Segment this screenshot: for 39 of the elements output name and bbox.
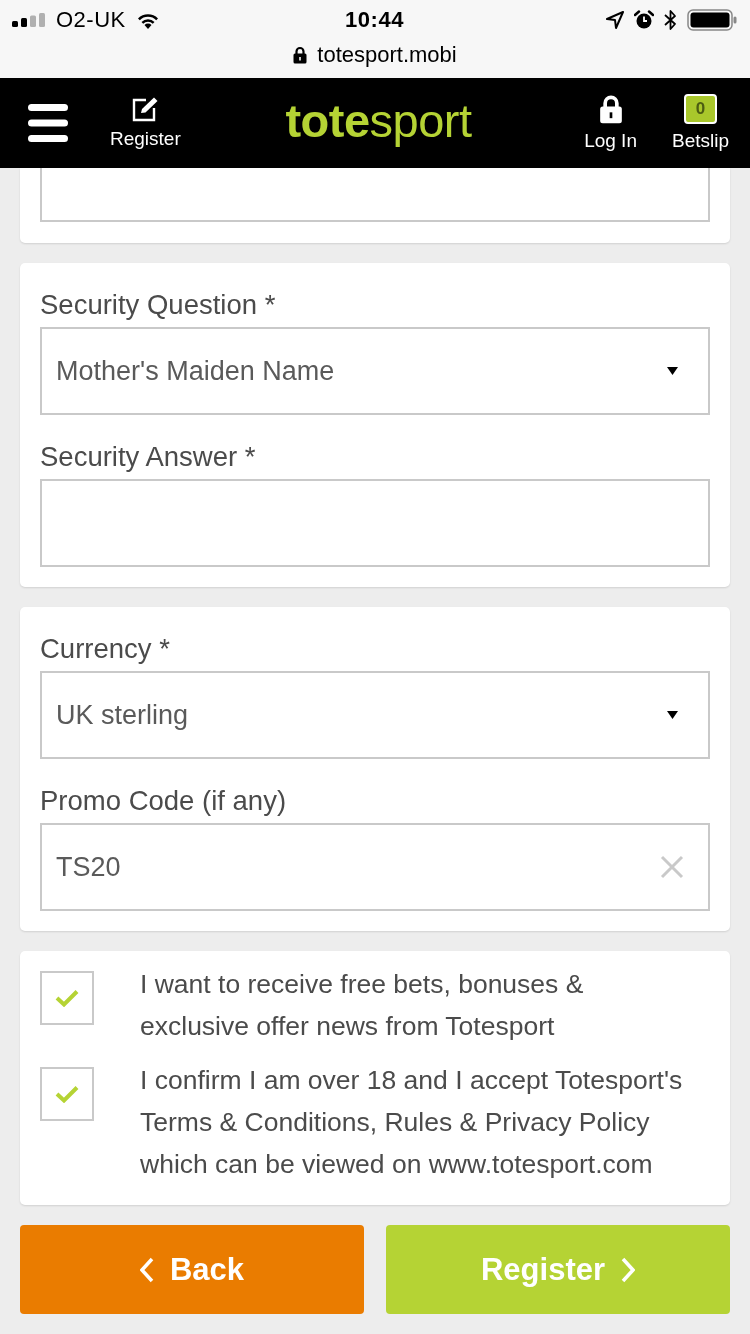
input-field[interactable] — [40, 168, 710, 222]
betslip-count: 0 — [684, 94, 717, 124]
chevron-right-icon — [621, 1256, 635, 1283]
clear-icon[interactable] — [660, 855, 684, 879]
wifi-icon — [135, 11, 160, 29]
page-url[interactable]: totesport.mobi — [317, 42, 457, 68]
consent-text: I want to receive free bets, bonuses & exclusive offer news from Totesport — [140, 968, 584, 1043]
alarm-clock-icon — [634, 10, 654, 30]
select-field[interactable]: Mother's Maiden Name — [40, 327, 710, 415]
input-field[interactable] — [40, 479, 710, 567]
lock-icon — [293, 46, 308, 64]
totesport-logo[interactable]: totesport — [285, 92, 472, 154]
menu-button[interactable] — [28, 104, 68, 142]
checkmark-icon — [55, 1085, 79, 1103]
field-label: Security Answer * — [40, 440, 257, 474]
carrier-name: O2-UK — [56, 7, 126, 33]
edit-icon — [131, 96, 159, 122]
location-arrow-icon — [606, 11, 624, 29]
caret-down-icon — [667, 367, 678, 375]
field-label: Promo Code (if any) — [40, 784, 288, 818]
checkbox[interactable] — [40, 1067, 94, 1121]
field-label: Security Question * — [40, 288, 277, 322]
checkmark-icon — [55, 989, 79, 1007]
chevron-left-icon — [139, 1256, 154, 1283]
login-button[interactable]: Log In — [584, 94, 637, 152]
register-nav-button[interactable]: Register — [110, 96, 181, 150]
field-label: Currency * — [40, 632, 171, 666]
lock-icon — [598, 94, 623, 124]
menu-icon — [28, 104, 68, 142]
input-field[interactable]: TS20 — [40, 823, 710, 911]
battery-icon — [687, 9, 737, 31]
select-field[interactable]: UK sterling — [40, 671, 710, 759]
clock-time: 10:44 — [345, 7, 404, 33]
bluetooth-icon — [664, 9, 677, 31]
consent-text: I confirm I am over 18 and I accept Totesport's Terms & Conditions, Rules & Privacy Policy which can be viewed on www.totesport.com — [140, 1064, 683, 1181]
checkbox[interactable] — [40, 971, 94, 1025]
betslip-button[interactable]: 0 Betslip — [671, 94, 729, 152]
signal-icon — [12, 13, 46, 27]
caret-down-icon — [667, 711, 678, 719]
